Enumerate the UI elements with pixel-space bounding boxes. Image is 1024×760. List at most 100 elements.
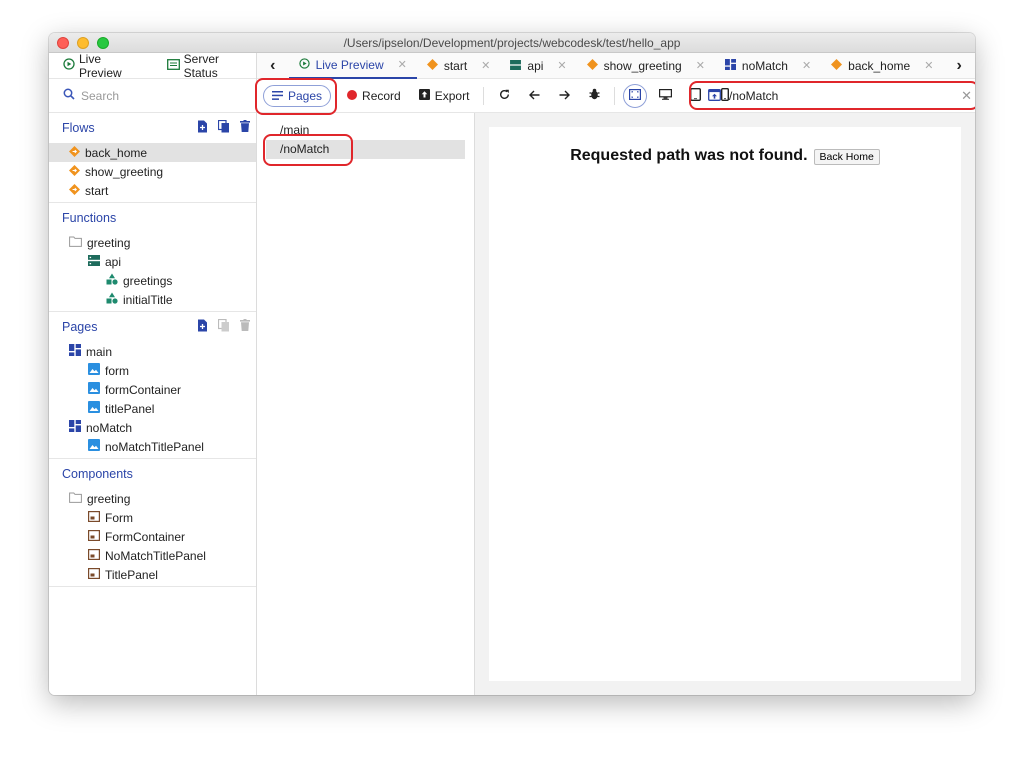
page-item-main[interactable]: main <box>49 342 256 361</box>
close-tab-icon[interactable]: ✕ <box>696 59 705 72</box>
pages-list-panel: /main /noMatch <box>257 113 475 695</box>
functions-section: Functions greeting api greetings initial… <box>49 203 256 312</box>
folder-icon <box>69 492 82 506</box>
url-bar[interactable]: /noMatch ✕ <box>698 83 975 109</box>
chevron-left-icon: ‹ <box>270 56 276 74</box>
list-icon <box>272 89 283 103</box>
live-preview-button[interactable]: Live Preview <box>63 52 147 80</box>
window-controls <box>57 37 109 49</box>
copy-icon[interactable] <box>217 119 230 136</box>
left-sidebar: Live Preview Server Status Search Flows <box>49 52 257 695</box>
export-button[interactable]: Export <box>413 84 476 108</box>
copy-icon[interactable] <box>217 318 230 335</box>
search-input[interactable]: Search <box>81 89 119 103</box>
component-item-form-container[interactable]: FormContainer <box>49 527 256 546</box>
page-icon <box>69 344 81 359</box>
functions-item-initial-title[interactable]: initialTitle <box>49 290 256 309</box>
tabs-scroll-left-button[interactable]: ‹ <box>257 57 289 75</box>
flow-icon <box>68 164 81 179</box>
component-item-title-panel[interactable]: TitlePanel <box>49 565 256 584</box>
flows-title: Flows <box>62 121 95 135</box>
preview-canvas: Requested path was not found. Back Home <box>489 127 961 681</box>
forward-button[interactable] <box>552 84 576 108</box>
reload-button[interactable] <box>492 84 516 108</box>
toolbar-divider <box>483 86 485 105</box>
function-icon <box>106 292 118 307</box>
flow-icon <box>68 183 81 198</box>
title-bar: /Users/ipselon/Development/projects/webc… <box>49 33 975 53</box>
components-folder-greeting[interactable]: greeting <box>49 489 256 508</box>
window-title: /Users/ipselon/Development/projects/webc… <box>343 36 681 50</box>
delete-icon[interactable] <box>240 319 250 335</box>
tab-show-greeting[interactable]: show_greeting ✕ <box>577 53 715 79</box>
function-icon <box>106 273 118 288</box>
component-icon <box>88 548 101 563</box>
debug-button[interactable] <box>582 84 606 108</box>
close-tab-icon[interactable]: ✕ <box>802 59 811 72</box>
search-icon <box>63 88 75 103</box>
tabs-scroll-right-button[interactable]: › <box>943 57 975 75</box>
server-status-icon <box>166 58 180 73</box>
page-item-nomatch[interactable]: noMatch <box>49 418 256 437</box>
flow-item-start[interactable]: start <box>49 181 256 200</box>
page-component-form[interactable]: form <box>49 361 256 380</box>
page-route-nomatch[interactable]: /noMatch <box>266 140 465 159</box>
close-tab-icon[interactable]: ✕ <box>481 59 490 72</box>
preview-toolbar: Pages Record Export /noMatch ✕ <box>257 79 975 113</box>
chevron-right-icon: › <box>956 56 962 74</box>
close-tab-icon[interactable]: ✕ <box>398 58 407 71</box>
pages-button[interactable]: Pages <box>263 84 332 107</box>
tab-nomatch[interactable]: noMatch ✕ <box>715 53 821 79</box>
page-component-form-container[interactable]: formContainer <box>49 380 256 399</box>
back-button[interactable] <box>522 84 546 108</box>
add-file-icon[interactable] <box>197 120 208 136</box>
delete-icon[interactable] <box>240 120 250 136</box>
search-bar[interactable]: Search <box>49 79 256 113</box>
page-route-main[interactable]: /main <box>266 121 465 140</box>
desktop-view-button[interactable] <box>653 84 677 108</box>
pages-section: Pages main form formContainer titlePanel… <box>49 312 256 459</box>
component-item-form[interactable]: Form <box>49 508 256 527</box>
tab-api[interactable]: api ✕ <box>500 53 576 79</box>
image-icon <box>88 382 100 397</box>
clear-url-icon[interactable]: ✕ <box>961 88 972 104</box>
record-icon <box>347 89 358 103</box>
fit-screen-toggle[interactable] <box>623 83 648 108</box>
flow-icon <box>831 58 843 73</box>
functions-folder-greeting[interactable]: greeting <box>49 233 256 252</box>
flow-item-show-greeting[interactable]: show_greeting <box>49 162 256 181</box>
flow-item-back-home[interactable]: back_home <box>49 143 256 162</box>
close-window-button[interactable] <box>57 37 69 49</box>
page-component-nomatch-title-panel[interactable]: noMatchTitlePanel <box>49 437 256 456</box>
minimize-window-button[interactable] <box>77 37 89 49</box>
close-tab-icon[interactable]: ✕ <box>557 59 566 72</box>
zoom-window-button[interactable] <box>97 37 109 49</box>
functions-item-greetings[interactable]: greetings <box>49 271 256 290</box>
tab-live-preview[interactable]: Live Preview ✕ <box>288 53 417 79</box>
live-preview-icon <box>63 58 75 73</box>
page-component-title-panel[interactable]: titlePanel <box>49 399 256 418</box>
component-item-nomatch-title-panel[interactable]: NoMatchTitlePanel <box>49 546 256 565</box>
url-input[interactable]: /noMatch <box>729 89 778 103</box>
functions-item-api[interactable]: api <box>49 252 256 271</box>
folder-icon <box>69 236 82 250</box>
live-preview-icon <box>298 57 310 72</box>
components-title: Components <box>62 467 133 481</box>
server-status-button[interactable]: Server Status <box>166 52 256 80</box>
live-preview-area: Requested path was not found. Back Home <box>475 113 975 695</box>
component-icon <box>88 567 101 582</box>
close-tab-icon[interactable]: ✕ <box>924 59 933 72</box>
arrow-right-icon <box>559 89 570 103</box>
image-icon <box>88 439 100 454</box>
component-icon <box>88 529 101 544</box>
page-icon <box>69 420 81 435</box>
pages-title: Pages <box>62 320 98 334</box>
add-file-icon[interactable] <box>197 319 208 335</box>
tab-back-home[interactable]: back_home ✕ <box>821 53 943 79</box>
back-home-button[interactable]: Back Home <box>813 149 880 165</box>
not-found-panel: Requested path was not found. Back Home <box>570 147 880 681</box>
tab-start[interactable]: start ✕ <box>417 53 501 79</box>
record-button[interactable]: Record <box>341 84 407 108</box>
component-icon <box>88 510 101 525</box>
flow-icon <box>586 58 598 73</box>
